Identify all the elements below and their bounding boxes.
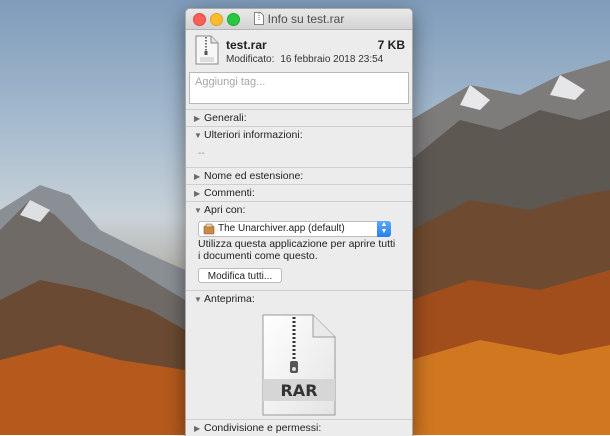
section-generali[interactable]: ▶ Generali: [186,109,412,126]
disclosure-collapsed-icon[interactable]: ▶ [194,189,204,198]
section-apri-label: Apri con: [204,204,246,216]
file-modified: Modificato: 16 febbraio 2018 23:54 [226,54,383,65]
window-title-text: Info su test.rar [267,12,345,26]
disclosure-collapsed-icon[interactable]: ▶ [194,114,204,123]
section-generali-label: Generali: [204,112,247,124]
open-with-description: Utilizza questa applicazione per aprire … [198,238,396,262]
section-nome-estensione[interactable]: ▶ Nome ed estensione: [186,167,412,184]
modified-label: Modificato: [226,54,275,65]
section-anteprima-label: Anteprima: [204,293,255,305]
section-anteprima[interactable]: ▼ Anteprima: [186,290,412,307]
section-nome-label: Nome ed estensione: [204,170,304,182]
disclosure-collapsed-icon[interactable]: ▶ [194,172,204,181]
modified-value: 16 febbraio 2018 23:54 [280,54,384,65]
section-ulteriori-label: Ulteriori informazioni: [204,129,303,141]
title-bar[interactable]: Info su test.rar [186,9,412,30]
file-name: test.rar [226,38,267,52]
disclosure-expanded-icon[interactable]: ▼ [194,206,204,215]
preview-type-label: RAR [280,381,317,400]
rar-preview-icon: RAR [262,314,336,416]
section-condivisione-label: Condivisione e permessi: [204,422,322,434]
file-size: 7 KB [377,38,405,52]
disclosure-expanded-icon[interactable]: ▼ [194,131,204,140]
section-commenti-label: Commenti: [204,187,255,199]
open-with-selected: The Unarchiver.app (default) [218,223,345,234]
tags-input[interactable] [193,75,407,89]
section-commenti[interactable]: ▶ Commenti: [186,184,412,201]
section-ulteriori-informazioni[interactable]: ▼ Ulteriori informazioni: [186,126,412,143]
disclosure-collapsed-icon[interactable]: ▶ [194,424,204,433]
section-condivisione-permessi[interactable]: ▶ Condivisione e permessi: [186,419,412,436]
popup-stepper-icon[interactable]: ▲ ▼ [377,221,391,237]
section-apri-con[interactable]: ▼ Apri con: [186,201,412,218]
apri-con-body: The Unarchiver.app (default) ▲ ▼ Utilizza… [186,218,412,290]
open-with-popup[interactable]: The Unarchiver.app (default) ▲ ▼ [198,221,391,237]
ulteriori-value: -- [198,148,205,159]
rar-archive-icon [195,35,219,68]
info-window: Info su test.rar test.rar 7 KB Modificat… [185,8,413,436]
rar-document-icon [253,12,264,28]
file-header: test.rar 7 KB Modificato: 16 febbraio 201… [186,30,412,72]
preview-area: RAR [186,307,412,419]
window-title: Info su test.rar [186,12,412,28]
disclosure-expanded-icon[interactable]: ▼ [194,295,204,304]
tags-field[interactable] [189,72,409,104]
change-all-button[interactable]: Modifica tutti... [198,268,282,283]
